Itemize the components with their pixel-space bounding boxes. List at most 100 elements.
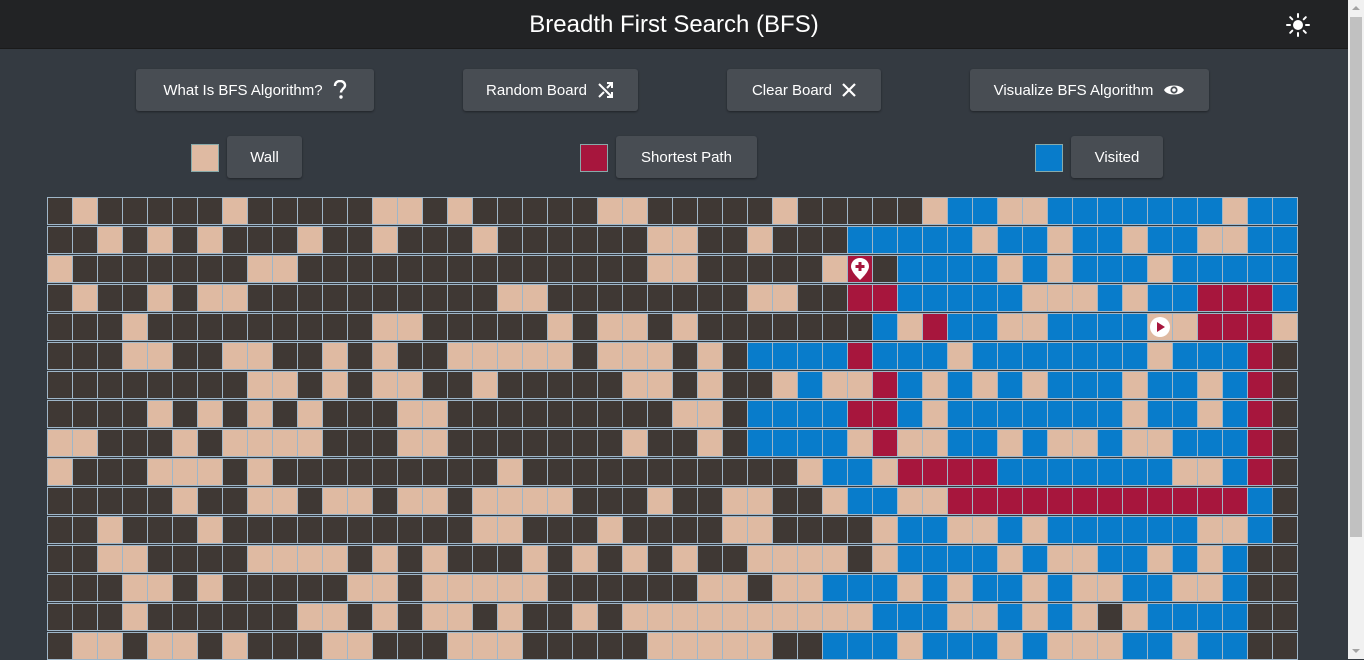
grid-cell[interactable] xyxy=(172,371,198,399)
grid-cell[interactable] xyxy=(97,545,123,573)
grid-cell[interactable] xyxy=(272,603,298,631)
grid-cell[interactable] xyxy=(497,226,523,254)
grid-cell[interactable] xyxy=(172,342,198,370)
grid-cell[interactable] xyxy=(372,603,398,631)
grid-cell[interactable] xyxy=(1122,197,1148,225)
grid-cell[interactable] xyxy=(472,284,498,312)
grid-cell[interactable] xyxy=(1097,371,1123,399)
grid-cell[interactable] xyxy=(622,313,648,341)
target-pin-icon[interactable] xyxy=(849,257,871,281)
grid-cell[interactable] xyxy=(1222,226,1248,254)
grid-cell[interactable] xyxy=(147,458,173,486)
grid-cell[interactable] xyxy=(1047,487,1073,515)
grid-cell[interactable] xyxy=(1172,516,1198,544)
grid-cell[interactable] xyxy=(422,313,448,341)
grid-cell[interactable] xyxy=(447,603,473,631)
grid-cell[interactable] xyxy=(1047,516,1073,544)
grid-cell[interactable] xyxy=(722,342,748,370)
grid-cell[interactable] xyxy=(447,226,473,254)
grid-cell[interactable] xyxy=(97,574,123,602)
grid-cell[interactable] xyxy=(622,545,648,573)
grid-cell[interactable] xyxy=(1197,429,1223,457)
grid-cell[interactable] xyxy=(222,516,248,544)
grid-cell[interactable] xyxy=(447,255,473,283)
grid-cell[interactable] xyxy=(1222,603,1248,631)
grid-cell[interactable] xyxy=(547,197,573,225)
grid-cell[interactable] xyxy=(1172,342,1198,370)
grid-cell[interactable] xyxy=(647,632,673,660)
grid-cell[interactable] xyxy=(322,342,348,370)
grid-cell[interactable] xyxy=(247,487,273,515)
grid-cell[interactable] xyxy=(1147,632,1173,660)
grid-cell[interactable] xyxy=(222,226,248,254)
grid-cell[interactable] xyxy=(1022,255,1048,283)
grid-cell[interactable] xyxy=(422,197,448,225)
grid-cell[interactable] xyxy=(297,545,323,573)
grid-cell[interactable] xyxy=(1272,313,1298,341)
grid-cell[interactable] xyxy=(272,255,298,283)
grid-cell[interactable] xyxy=(422,516,448,544)
grid-cell[interactable] xyxy=(922,516,948,544)
grid-cell[interactable] xyxy=(147,371,173,399)
grid-cell[interactable] xyxy=(322,400,348,428)
grid-cell[interactable] xyxy=(1272,603,1298,631)
grid-cell[interactable] xyxy=(1022,458,1048,486)
grid-cell[interactable] xyxy=(1047,429,1073,457)
grid-cell[interactable] xyxy=(1272,429,1298,457)
grid-cell[interactable] xyxy=(122,545,148,573)
grid-cell[interactable] xyxy=(1272,400,1298,428)
grid-cell[interactable] xyxy=(972,429,998,457)
grid-cell[interactable] xyxy=(922,487,948,515)
scrollbar-thumb[interactable] xyxy=(1350,17,1362,537)
grid-cell[interactable] xyxy=(122,197,148,225)
grid-cell[interactable] xyxy=(72,313,98,341)
grid-cell[interactable] xyxy=(497,429,523,457)
grid-cell[interactable] xyxy=(372,632,398,660)
grid-cell[interactable] xyxy=(972,371,998,399)
grid-cell[interactable] xyxy=(1172,400,1198,428)
grid-cell[interactable] xyxy=(897,603,923,631)
grid-cell[interactable] xyxy=(872,284,898,312)
grid-cell[interactable] xyxy=(1097,255,1123,283)
grid-cell[interactable] xyxy=(847,429,873,457)
grid-cell[interactable] xyxy=(147,284,173,312)
grid-cell[interactable] xyxy=(547,458,573,486)
visualize-button[interactable]: Visualize BFS Algorithm xyxy=(970,69,1209,111)
grid-cell[interactable] xyxy=(797,487,823,515)
grid-cell[interactable] xyxy=(722,284,748,312)
grid-cell[interactable] xyxy=(347,632,373,660)
grid-cell[interactable] xyxy=(347,603,373,631)
grid-cell[interactable] xyxy=(147,603,173,631)
grid-cell[interactable] xyxy=(397,458,423,486)
grid-cell[interactable] xyxy=(1122,545,1148,573)
grid-cell[interactable] xyxy=(747,226,773,254)
grid-cell[interactable] xyxy=(1122,226,1148,254)
grid-cell[interactable] xyxy=(247,574,273,602)
grid-cell[interactable] xyxy=(1122,487,1148,515)
scroll-up-arrow-icon[interactable] xyxy=(1348,0,1364,16)
grid-cell[interactable] xyxy=(897,632,923,660)
grid-cell[interactable] xyxy=(947,487,973,515)
grid-cell[interactable] xyxy=(372,487,398,515)
grid-cell[interactable] xyxy=(772,632,798,660)
grid-cell[interactable] xyxy=(97,458,123,486)
grid-cell[interactable] xyxy=(1172,313,1198,341)
grid-cell[interactable] xyxy=(522,574,548,602)
grid-cell[interactable] xyxy=(747,400,773,428)
grid-cell[interactable] xyxy=(297,197,323,225)
grid-cell[interactable] xyxy=(797,458,823,486)
grid-cell[interactable] xyxy=(1097,603,1123,631)
grid-cell[interactable] xyxy=(872,342,898,370)
grid-cell[interactable] xyxy=(572,342,598,370)
grid-cell[interactable] xyxy=(722,458,748,486)
grid-cell[interactable] xyxy=(1197,603,1223,631)
grid-cell[interactable] xyxy=(1247,487,1273,515)
grid-cell[interactable] xyxy=(322,429,348,457)
grid-cell[interactable] xyxy=(197,516,223,544)
grid-cell[interactable] xyxy=(472,603,498,631)
grid-cell[interactable] xyxy=(1172,371,1198,399)
grid-cell[interactable] xyxy=(172,226,198,254)
grid-cell[interactable] xyxy=(147,313,173,341)
grid-cell[interactable] xyxy=(522,400,548,428)
grid-cell[interactable] xyxy=(272,313,298,341)
